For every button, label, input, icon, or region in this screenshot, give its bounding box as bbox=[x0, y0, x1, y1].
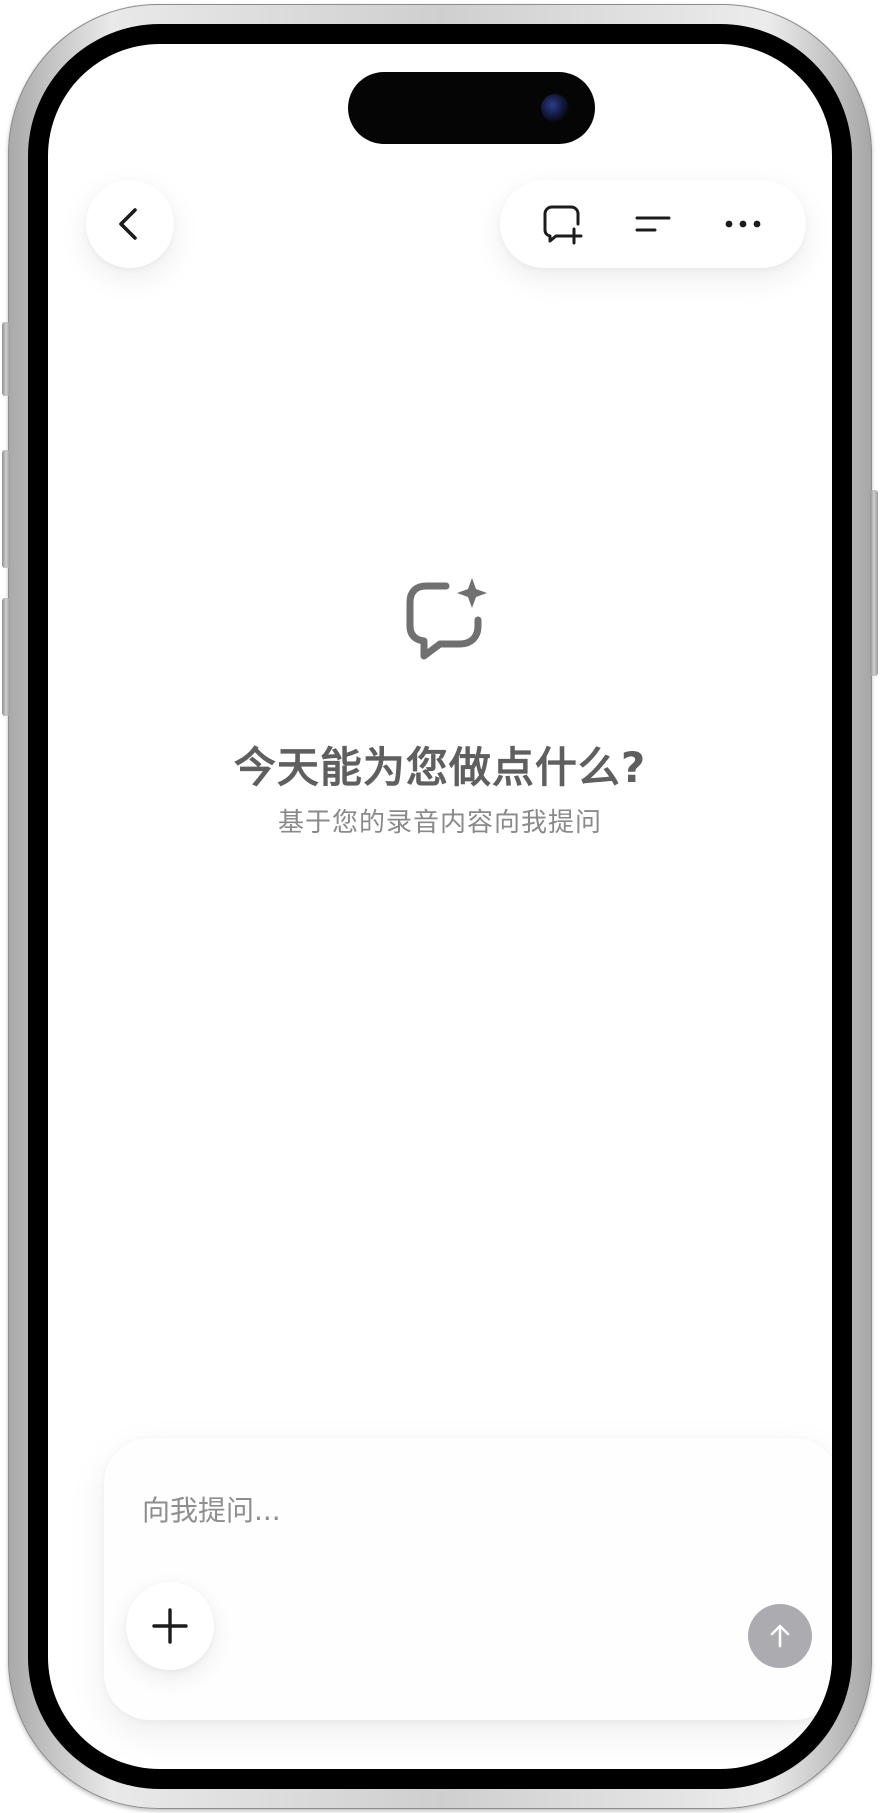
add-attachment-button[interactable] bbox=[126, 1582, 214, 1670]
action-button bbox=[2, 322, 10, 396]
new-chat-button[interactable] bbox=[531, 192, 595, 256]
more-dots-icon bbox=[725, 220, 761, 228]
camera-icon bbox=[541, 94, 569, 122]
volume-up-button bbox=[2, 450, 10, 568]
power-button bbox=[870, 490, 878, 676]
app-screen: 今天能为您做点什么? 基于您的录音内容向我提问 bbox=[48, 44, 832, 1769]
header-actions bbox=[500, 180, 806, 268]
new-chat-icon bbox=[543, 205, 583, 245]
ask-input[interactable] bbox=[140, 1480, 780, 1540]
back-button[interactable] bbox=[86, 180, 174, 268]
plus-icon bbox=[152, 1608, 188, 1644]
dynamic-island bbox=[348, 72, 595, 144]
more-options-button[interactable] bbox=[711, 192, 775, 256]
list-menu-button[interactable] bbox=[621, 192, 685, 256]
chat-sparkle-icon bbox=[406, 578, 487, 660]
empty-state-subtitle: 基于您的录音内容向我提问 bbox=[277, 808, 602, 838]
phone-frame: 今天能为您做点什么? 基于您的录音内容向我提问 bbox=[2, 4, 878, 1809]
arrow-up-icon bbox=[770, 1624, 790, 1648]
phone-bezel: 今天能为您做点什么? 基于您的录音内容向我提问 bbox=[28, 24, 852, 1789]
chevron-left-icon bbox=[119, 208, 137, 240]
volume-down-button bbox=[2, 598, 10, 716]
chat-composer bbox=[104, 1438, 832, 1720]
menu-lines-icon bbox=[635, 216, 671, 232]
empty-state-title: 今天能为您做点什么? bbox=[233, 743, 647, 792]
send-button[interactable] bbox=[748, 1604, 812, 1668]
